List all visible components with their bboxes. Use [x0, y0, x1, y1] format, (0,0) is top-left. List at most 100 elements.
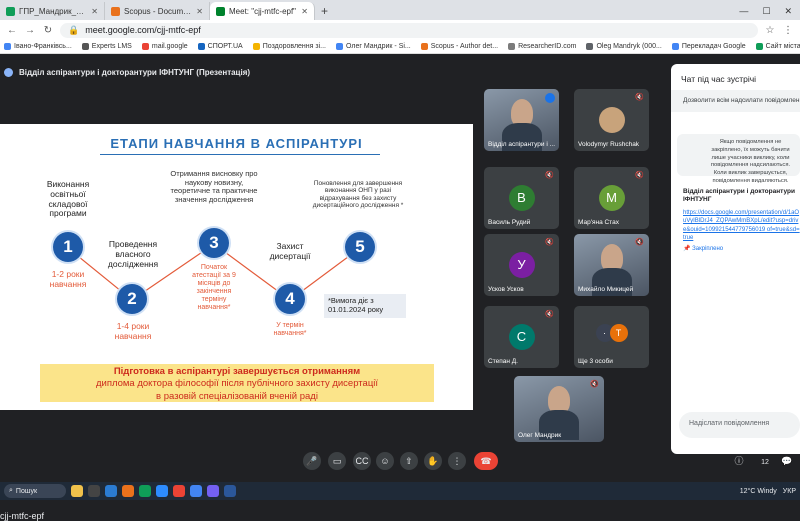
lock-icon: 🔒: [68, 24, 80, 35]
minimize-icon[interactable]: —: [739, 6, 748, 16]
info-icon[interactable]: ⓘ: [730, 452, 748, 470]
app-icon[interactable]: [207, 485, 219, 497]
app-icon[interactable]: [173, 485, 185, 497]
bookmarks-bar: Івано-Франківсь... Experts LMS mail.google…: [0, 40, 800, 54]
participant-tile[interactable]: С 🔇 Степан Д.: [484, 306, 559, 368]
bookmark-item[interactable]: Перекладач Google: [671, 43, 746, 50]
app-icon[interactable]: [88, 485, 100, 497]
back-icon[interactable]: ←: [6, 25, 18, 36]
close-window-icon[interactable]: ✕: [784, 6, 792, 17]
bookmark-label: ResearcherID.com: [518, 43, 577, 50]
app-icon[interactable]: [139, 485, 151, 497]
participant-tile[interactable]: М 🔇 Мар'яна Стах: [574, 167, 649, 229]
step-2-circle: 2: [117, 284, 147, 314]
star-icon[interactable]: ☆: [764, 25, 776, 36]
more-icon[interactable]: ⋮: [448, 452, 466, 470]
bookmark-item[interactable]: Oleg Mandryk (000...: [586, 43, 662, 50]
avatar: С: [508, 324, 535, 350]
word-icon[interactable]: [224, 485, 236, 497]
pinned-label[interactable]: 📌 Закріплено: [683, 245, 723, 252]
app-icon[interactable]: [105, 485, 117, 497]
step-3-text: Отримання висновку про наукову новизну, …: [170, 169, 258, 204]
chat-input[interactable]: Надіслати повідомлення: [679, 412, 800, 438]
scopus-icon: [111, 6, 120, 16]
participant-tile[interactable]: В 🔇 Василь Рудий: [484, 167, 559, 229]
chat-message-link[interactable]: https://docs.google.com/presentation/d/1…: [683, 209, 800, 243]
emoji-icon[interactable]: ☺: [376, 452, 394, 470]
chat-icon[interactable]: 💬: [778, 452, 796, 470]
participant-name: Василь Рудий: [488, 219, 531, 226]
participant-name: Ще 3 особи: [578, 358, 613, 365]
close-icon[interactable]: ✕: [196, 7, 203, 16]
bookmark-icon: [4, 43, 11, 50]
present-icon[interactable]: ⇧: [400, 452, 418, 470]
pinned-text: Закріплено: [692, 246, 724, 252]
participant-name: Мар'яна Стах: [578, 219, 619, 226]
bookmark-item[interactable]: mail.google: [141, 43, 188, 50]
app-icon[interactable]: [122, 485, 134, 497]
participant-tile[interactable]: У 🔇 Усков Усков: [484, 234, 559, 296]
bookmark-icon: [586, 43, 594, 50]
hand-icon[interactable]: ✋: [424, 452, 442, 470]
chat-sender: Відділ аспірантури і докторантури ІФНТУН…: [683, 188, 795, 204]
app-icon[interactable]: [156, 485, 168, 497]
bookmark-item[interactable]: Scopus - Author det...: [420, 43, 498, 50]
participant-tile[interactable]: 🔇 Volodymyr Rushchak: [574, 89, 649, 151]
tab-scopus[interactable]: Scopus - Document search ✕: [105, 2, 210, 20]
participant-tile[interactable]: · Т Ще 3 особи: [574, 306, 649, 368]
participant-tile[interactable]: 🔇 Михайло Микицей: [574, 234, 649, 296]
mic-icon[interactable]: 🎤: [303, 452, 321, 470]
url-field[interactable]: 🔒 meet.google.com/cjj-mtfc-epf: [60, 22, 758, 38]
banner-line-3: в разовій спеціалізованій вченій раді: [156, 390, 318, 402]
menu-icon[interactable]: ⋮: [782, 25, 794, 36]
step-3-duration: Початок атестації за 9 місяців до закінч…: [192, 264, 236, 312]
bookmark-item[interactable]: Поздоровлення зі...: [252, 43, 326, 50]
bookmark-icon: [420, 43, 428, 50]
allow-messages-toggle[interactable]: Дозволити всім надсилати повідомлення: [671, 90, 800, 112]
taskbar-search[interactable]: ⌕ Пошук: [4, 484, 66, 498]
camera-icon[interactable]: ▭: [328, 452, 346, 470]
url-text: meet.google.com/cjj-mtfc-epf: [85, 25, 201, 35]
meet-icon: [216, 6, 225, 16]
os-taskbar: ⌕ Пошук 12°C Windy УКР: [0, 482, 800, 500]
participant-name: Степан Д.: [488, 358, 518, 365]
close-icon[interactable]: ✕: [301, 7, 308, 16]
meeting-code: cjj-mtfc-epf: [0, 511, 45, 521]
new-tab-button[interactable]: +: [315, 2, 334, 20]
bookmark-item[interactable]: СПОРТ.UA: [197, 43, 243, 50]
close-icon[interactable]: ✕: [91, 7, 98, 16]
end-call-icon[interactable]: ☎: [474, 452, 498, 470]
participant-name: Відділ аспірантури і ...: [488, 141, 556, 148]
people-count: 12: [761, 459, 769, 466]
mic-off-icon: 🔇: [635, 172, 644, 179]
participant-tile[interactable]: Відділ аспірантури і ...: [484, 89, 559, 151]
search-label: Пошук: [15, 487, 38, 495]
participant-tile[interactable]: 🔇 Олег Мандрик: [514, 376, 604, 442]
step-3-circle: 3: [199, 228, 229, 258]
bookmark-item[interactable]: Івано-Франківсь...: [4, 43, 72, 50]
step-2-text: Проведення власного дослідження: [107, 239, 159, 269]
maximize-icon[interactable]: ☐: [762, 6, 770, 17]
tab-label: Scopus - Document search: [124, 6, 193, 16]
people-icon[interactable]: 12: [756, 452, 774, 470]
bookmark-label: СПОРТ.UA: [207, 43, 243, 50]
app-icon[interactable]: [71, 485, 83, 497]
tab-meet[interactable]: Meet: "cjj-mtfc-epf" ✕: [210, 2, 315, 20]
bookmark-icon: [336, 43, 344, 50]
tab-spreadsheet[interactable]: ГПР_Мандрик_2023_1.xlsx - Go ✕: [0, 2, 105, 20]
step-2-duration: 1-4 роки навчання: [114, 321, 152, 341]
presentation-slide: ЕТАПИ НАВЧАННЯ В АСПІРАНТУРІ Виконання о…: [0, 124, 473, 410]
captions-icon[interactable]: CC: [353, 452, 371, 470]
bookmark-icon: [197, 43, 205, 50]
chrome-icon[interactable]: [190, 485, 202, 497]
tab-label: ГПР_Мандрик_2023_1.xlsx - Go: [19, 6, 87, 16]
forward-icon[interactable]: →: [24, 25, 36, 36]
bookmark-item[interactable]: Олег Мандрик - Si...: [336, 43, 411, 50]
step-1-circle: 1: [53, 232, 83, 262]
reload-icon[interactable]: ↻: [42, 25, 54, 36]
bookmark-item[interactable]: Сайт міста Івано-Ф...: [755, 43, 800, 50]
bookmark-item[interactable]: ResearcherID.com: [508, 43, 576, 50]
bookmark-item[interactable]: Experts LMS: [81, 43, 132, 50]
bookmark-label: Сайт міста Івано-Ф...: [765, 43, 800, 50]
step-4-circle: 4: [275, 284, 305, 314]
